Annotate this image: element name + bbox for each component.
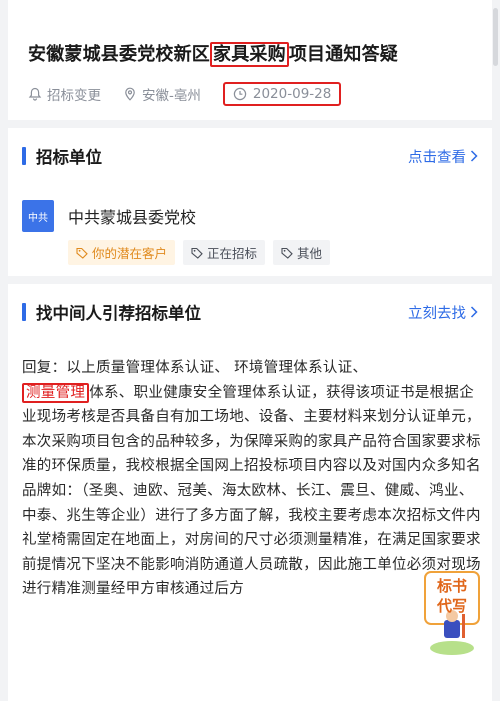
category-meta: 招标变更 [28, 84, 101, 104]
view-details-text: 点击查看 [408, 149, 466, 166]
tag-icon [191, 247, 203, 259]
org-logo: 中共 [22, 200, 54, 232]
chevron-right-icon [470, 306, 478, 318]
section-accent-bar [22, 303, 26, 321]
tender-unit-card: 招标单位 点击查看 中共 中共蒙城县委党校 你的潜在客户 正在招标 其他 [8, 128, 492, 276]
find-now-link[interactable]: 立刻去找 [408, 302, 478, 323]
tag-text: 其他 [297, 246, 323, 261]
middleman-title-text: 找中间人引荐招标单位 [36, 304, 201, 323]
notice-header: 安徽蒙城县委党校新区 家具采购 项目通知答疑 招标变更 安徽-亳州 2020-09-… [8, 0, 492, 120]
tag-text: 正在招标 [207, 246, 258, 261]
chevron-right-icon [470, 150, 478, 162]
title-highlight: 家具采购 [210, 42, 289, 67]
bid-writing-fab[interactable]: 标书 代写 [422, 570, 482, 658]
view-details-link[interactable]: 点击查看 [408, 146, 478, 167]
tender-section-title: 招标单位 [22, 144, 102, 168]
notice-meta: 招标变更 安徽-亳州 2020-09-28 [28, 82, 472, 106]
fab-line-2: 代写 [436, 597, 467, 615]
keyword-highlight[interactable]: 测量管理 [22, 382, 90, 403]
org-info: 中共蒙城县委党校 你的潜在客户 正在招标 其他 [68, 200, 338, 265]
tag-text: 你的潜在客户 [92, 246, 168, 261]
tag-potential-client: 你的潜在客户 [68, 240, 176, 265]
reply-text: 回复：以上质量管理体系认证、 环境管理体系认证、 测量管理 体系、职业健康安全管理… [22, 356, 482, 602]
org-tags: 你的潜在客户 正在招标 其他 [68, 240, 338, 265]
region-text: 安徽-亳州 [142, 88, 201, 104]
org-name: 中共蒙城县委党校 [68, 208, 197, 227]
tag-icon [76, 247, 88, 259]
fab-line-1: 标书 [436, 577, 467, 595]
tag-other: 其他 [273, 240, 331, 265]
tag-icon [281, 247, 293, 259]
title-part-1: 安徽蒙城县委党校新区 [28, 44, 210, 65]
category-text: 招标变更 [47, 88, 101, 104]
date-meta: 2020-09-28 [222, 82, 342, 106]
find-now-text: 立刻去找 [408, 305, 466, 322]
reply-body: 体系、职业健康安全管理体系认证，获得该项证书是根据企业现场考核是否具备自有加工场… [22, 384, 481, 598]
tag-bidding: 正在招标 [183, 240, 266, 265]
title-part-2: 项目通知答疑 [288, 44, 399, 65]
tender-title-text: 招标单位 [36, 148, 102, 167]
date-text: 2020-09-28 [252, 86, 332, 102]
clock-icon [233, 87, 247, 101]
middleman-section-header: 找中间人引荐招标单位 立刻去找 [22, 300, 478, 324]
reply-line-1: 回复：以上质量管理体系认证、 环境管理体系认证、 [22, 360, 368, 376]
middleman-section-title: 找中间人引荐招标单位 [22, 300, 201, 324]
notice-title: 安徽蒙城县委党校新区 家具采购 项目通知答疑 [28, 40, 399, 67]
org-row[interactable]: 中共 中共蒙城县委党校 你的潜在客户 正在招标 其他 [22, 200, 338, 265]
fab-label: 标书 代写 [422, 576, 482, 616]
middleman-card: 找中间人引荐招标单位 立刻去找 回复：以上质量管理体系认证、 环境管理体系认证、… [8, 284, 492, 701]
section-accent-bar [22, 147, 26, 165]
bell-icon [28, 87, 42, 101]
location-pin-icon [125, 87, 135, 101]
scrollbar-thumb[interactable] [493, 8, 498, 66]
region-meta: 安徽-亳州 [123, 84, 201, 104]
tender-section-header: 招标单位 点击查看 [22, 144, 478, 168]
